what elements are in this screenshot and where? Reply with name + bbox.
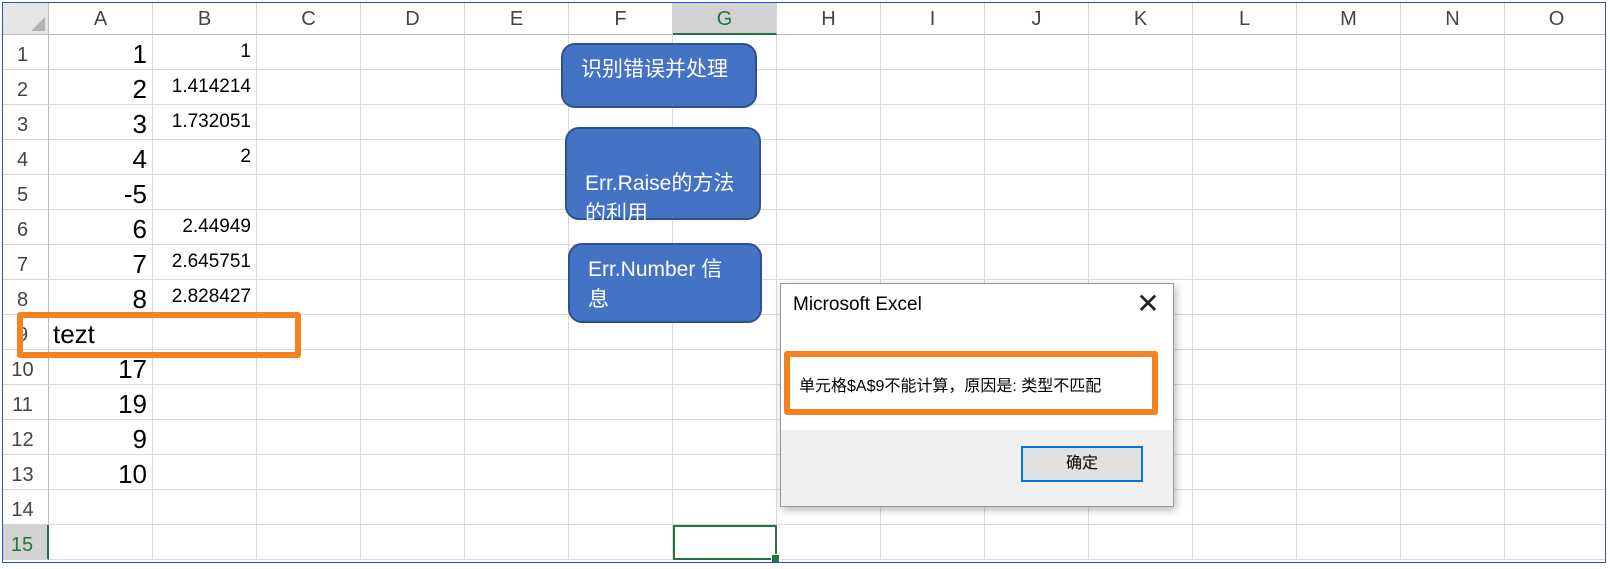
err-number-label: Err.Number 信息 <box>588 258 723 311</box>
row-header-15[interactable]: 15 <box>3 525 49 560</box>
column-header-n[interactable]: N <box>1401 3 1505 35</box>
message-dialog: Microsoft Excel ✕ 单元格$A$9不能计算，原因是: 类型不匹配… <box>780 283 1174 507</box>
cell-a5[interactable]: -5 <box>49 175 153 210</box>
row-header-5[interactable]: 5 <box>3 175 49 210</box>
column-header-k[interactable]: K <box>1089 3 1193 35</box>
row-header-13[interactable]: 13 <box>3 455 49 490</box>
cell-a4[interactable]: 4 <box>49 140 153 175</box>
row-header-4[interactable]: 4 <box>3 140 49 175</box>
column-header-f[interactable]: F <box>569 3 673 35</box>
worksheet: A B C D E F G H I J K L M N O 1 2 3 4 5 … <box>3 3 1605 562</box>
dialog-message: 单元格$A$9不能计算，原因是: 类型不匹配 <box>799 378 1102 395</box>
row-header-11[interactable]: 11 <box>3 385 49 420</box>
row-header-3[interactable]: 3 <box>3 105 49 140</box>
column-header-e[interactable]: E <box>465 3 569 35</box>
column-header-c[interactable]: C <box>257 3 361 35</box>
cell-b5[interactable] <box>153 175 257 210</box>
ok-button[interactable]: 确定 <box>1021 446 1143 482</box>
cell-a13[interactable]: 10 <box>49 455 153 490</box>
err-raise-label: Err.Raise的方法 的利用 <box>585 172 735 225</box>
cell-a9[interactable]: tezt <box>49 315 153 350</box>
err-raise-button[interactable]: Err.Raise的方法 的利用 <box>565 127 761 225</box>
identify-error-button[interactable]: 识别错误并处理 <box>561 43 757 108</box>
column-header-a[interactable]: A <box>49 3 153 35</box>
row-header-12[interactable]: 12 <box>3 420 49 455</box>
column-header-j[interactable]: J <box>985 3 1089 35</box>
err-number-button[interactable]: Err.Number 信息 <box>568 243 762 323</box>
cell-b3[interactable]: 1.732051 <box>153 105 257 140</box>
column-header-l[interactable]: L <box>1193 3 1297 35</box>
dialog-footer: 确定 <box>781 430 1173 506</box>
cell-a1[interactable]: 1 <box>49 35 153 70</box>
row-header-10[interactable]: 10 <box>3 350 49 385</box>
selected-cell-g15[interactable] <box>673 525 780 562</box>
cell-a10[interactable]: 17 <box>49 350 153 385</box>
cell-a8[interactable]: 8 <box>49 280 153 315</box>
close-icon[interactable]: ✕ <box>1131 290 1165 320</box>
cell-a12[interactable]: 9 <box>49 420 153 455</box>
column-header-b[interactable]: B <box>153 3 257 35</box>
column-header-i[interactable]: I <box>881 3 985 35</box>
cell-a3[interactable]: 3 <box>49 105 153 140</box>
cell-a2[interactable]: 2 <box>49 70 153 105</box>
cell-b2[interactable]: 1.414214 <box>153 70 257 105</box>
column-header-m[interactable]: M <box>1297 3 1401 35</box>
cell-b6[interactable]: 2.44949 <box>153 210 257 245</box>
excel-window: A B C D E F G H I J K L M N O 1 2 3 4 5 … <box>2 2 1606 563</box>
row-header-2[interactable]: 2 <box>3 70 49 105</box>
column-header-g[interactable]: G <box>673 3 777 35</box>
column-header-o[interactable]: O <box>1505 3 1605 35</box>
select-all-button[interactable] <box>3 3 49 35</box>
identify-error-label: 识别错误并处理 <box>581 58 728 81</box>
cell-b4[interactable]: 2 <box>153 140 257 175</box>
column-headers: A B C D E F G H I J K L M N O <box>49 3 1605 35</box>
row-header-7[interactable]: 7 <box>3 245 49 280</box>
row-header-1[interactable]: 1 <box>3 35 49 70</box>
cell-a11[interactable]: 19 <box>49 385 153 420</box>
row-header-14[interactable]: 14 <box>3 490 49 525</box>
row-header-6[interactable]: 6 <box>3 210 49 245</box>
column-header-h[interactable]: H <box>777 3 881 35</box>
cell-a7[interactable]: 7 <box>49 245 153 280</box>
row-headers: 1 2 3 4 5 6 7 8 9 10 11 12 13 14 15 <box>3 35 49 560</box>
cell-b1[interactable]: 1 <box>153 35 257 70</box>
row-header-9[interactable]: 9 <box>3 315 49 350</box>
row-header-8[interactable]: 8 <box>3 280 49 315</box>
column-header-d[interactable]: D <box>361 3 465 35</box>
cell-b7[interactable]: 2.645751 <box>153 245 257 280</box>
cell-b8[interactable]: 2.828427 <box>153 280 257 315</box>
cell-a6[interactable]: 6 <box>49 210 153 245</box>
dialog-title: Microsoft Excel <box>793 294 922 315</box>
